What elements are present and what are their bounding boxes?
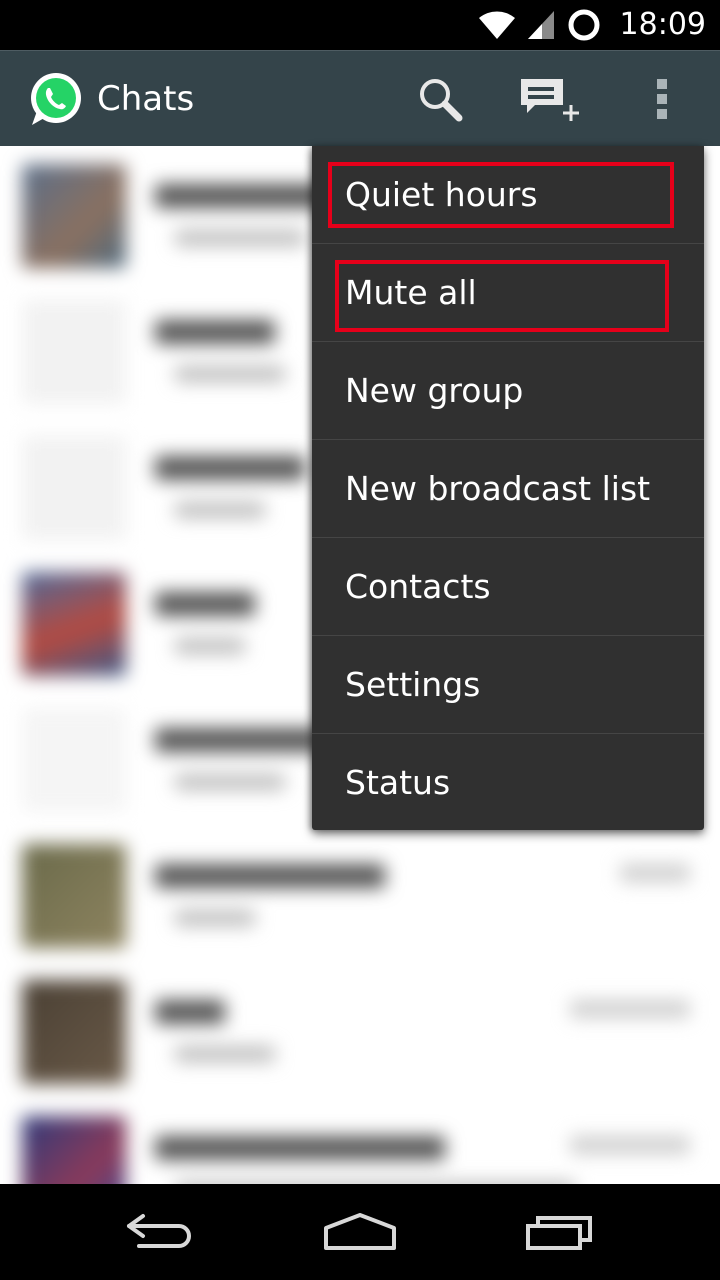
menu-item-label: New broadcast list <box>345 469 651 508</box>
chat-row <box>0 962 720 1098</box>
chat-snippet-placeholder <box>175 910 255 926</box>
chat-snippet-placeholder <box>175 1046 275 1062</box>
chat-snippet-placeholder <box>175 638 245 654</box>
chat-avatar <box>22 300 126 404</box>
menu-item-label: Settings <box>345 665 481 704</box>
chat-name-placeholder <box>155 456 305 480</box>
chat-date-placeholder <box>620 864 690 882</box>
home-button[interactable] <box>290 1184 430 1280</box>
menu-item-label: Quiet hours <box>345 175 538 214</box>
menu-item-new-group[interactable]: New group <box>312 342 704 440</box>
chat-avatar <box>22 164 126 268</box>
chat-row <box>0 826 720 962</box>
menu-item-settings[interactable]: Settings <box>312 636 704 734</box>
screen: 18:09 Chats Quiet hours Mute all New gro… <box>0 0 720 1280</box>
chat-date-placeholder <box>570 1000 690 1018</box>
chat-snippet-placeholder <box>175 230 305 246</box>
status-time: 18:09 <box>619 7 706 42</box>
overflow-menu-icon <box>657 79 667 119</box>
overflow-menu-button[interactable] <box>622 51 702 147</box>
whatsapp-logo-icon[interactable] <box>26 71 84 129</box>
recents-icon <box>526 1216 592 1250</box>
chat-name-placeholder <box>155 1000 225 1024</box>
menu-item-label: Mute all <box>345 273 477 312</box>
chat-name-placeholder <box>155 728 325 752</box>
signal-icon <box>528 11 554 39</box>
menu-item-label: New group <box>345 371 524 410</box>
chat-name-placeholder <box>155 592 255 616</box>
search-button[interactable] <box>400 51 480 147</box>
chat-avatar <box>22 1116 126 1184</box>
menu-item-contacts[interactable]: Contacts <box>312 538 704 636</box>
home-icon <box>324 1213 396 1250</box>
new-chat-icon <box>521 79 579 121</box>
action-bar: Chats <box>0 50 720 146</box>
chat-avatar <box>22 572 126 676</box>
status-icons <box>478 6 602 44</box>
chat-name-placeholder <box>155 864 385 888</box>
chat-snippet-placeholder <box>175 366 285 382</box>
chat-date-placeholder <box>570 1136 690 1154</box>
menu-item-label: Status <box>345 763 451 802</box>
new-chat-button[interactable] <box>510 51 590 147</box>
chat-avatar <box>22 980 126 1084</box>
chat-avatar <box>22 708 126 812</box>
menu-item-label: Contacts <box>345 567 491 606</box>
menu-item-status[interactable]: Status <box>312 734 704 832</box>
chat-name-placeholder <box>155 320 275 344</box>
back-button[interactable] <box>90 1184 230 1280</box>
chat-row <box>0 1098 720 1184</box>
status-bar: 18:09 <box>0 0 720 50</box>
chat-avatar <box>22 436 126 540</box>
navigation-bar <box>0 1184 720 1280</box>
chat-avatar <box>22 844 126 948</box>
menu-item-new-broadcast-list[interactable]: New broadcast list <box>312 440 704 538</box>
back-icon <box>127 1214 191 1248</box>
recents-button[interactable] <box>490 1184 630 1280</box>
chat-name-placeholder <box>155 1136 445 1160</box>
menu-item-mute-all[interactable]: Mute all <box>312 244 704 342</box>
chat-snippet-placeholder <box>175 502 265 518</box>
sync-ring-icon <box>568 9 600 41</box>
chat-snippet-placeholder <box>175 774 285 790</box>
overflow-menu: Quiet hours Mute all New group New broad… <box>312 146 704 830</box>
page-title: Chats <box>97 79 195 119</box>
wifi-icon <box>479 11 515 39</box>
search-icon <box>420 79 463 122</box>
menu-item-quiet-hours[interactable]: Quiet hours <box>312 146 704 244</box>
